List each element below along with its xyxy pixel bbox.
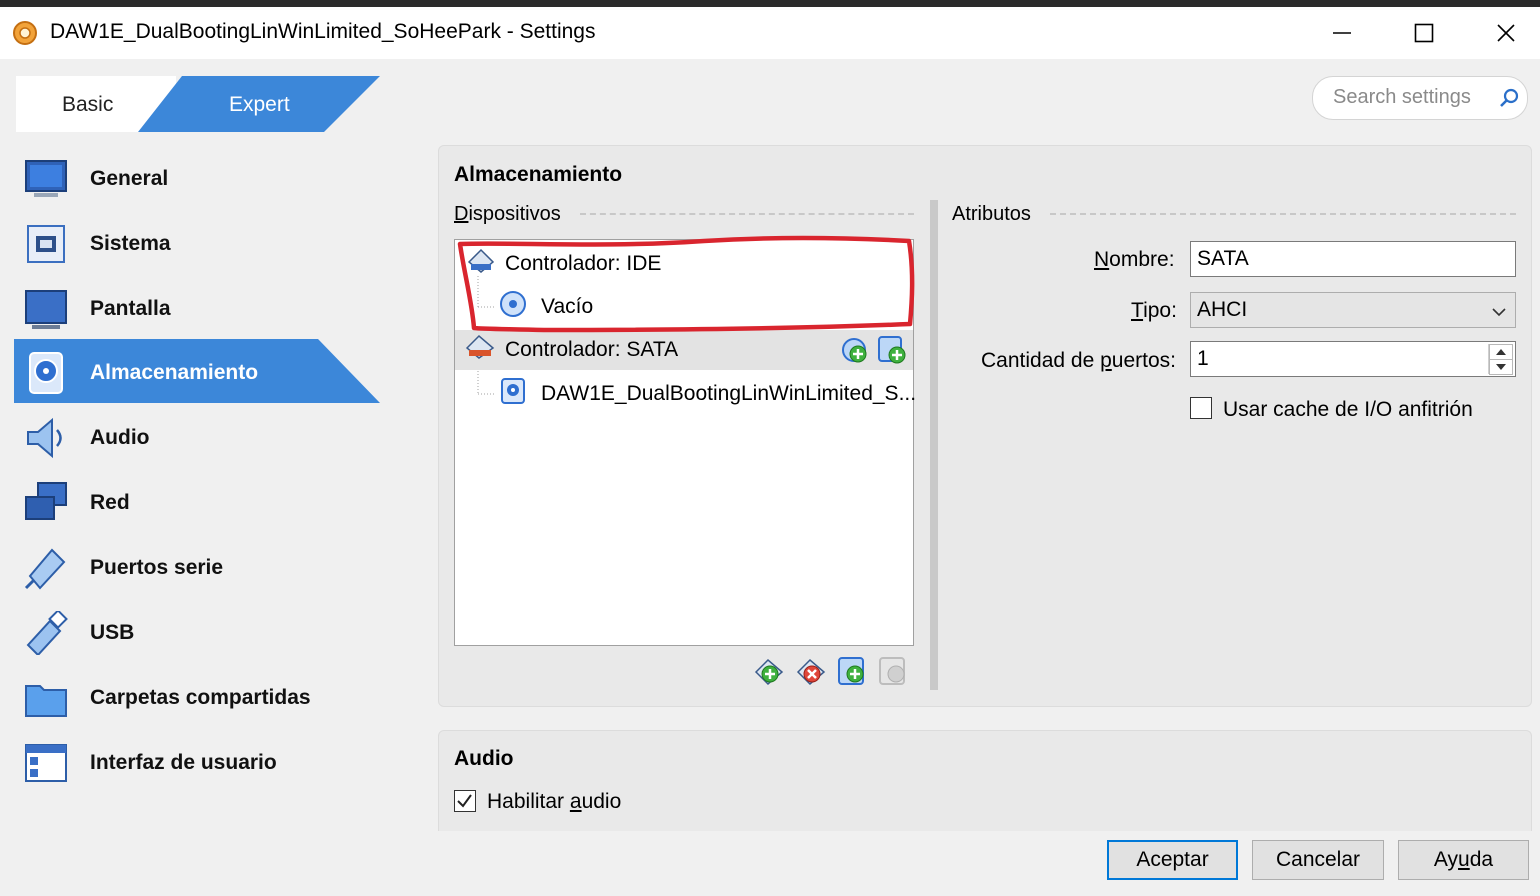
tree-item-label: Controlador: SATA: [505, 338, 679, 361]
storage-disk-icon: [24, 351, 68, 395]
network-icon: [24, 481, 68, 525]
ports-stepper[interactable]: [1488, 344, 1513, 375]
sidebar-item-label: Red: [90, 491, 130, 514]
sidebar-item-interfaz-de-usuario[interactable]: Interfaz de usuario: [14, 729, 380, 793]
add-attachment-icon[interactable]: [837, 656, 867, 692]
remove-attachment-icon[interactable]: [878, 656, 908, 692]
mode-expert-tab[interactable]: Expert: [138, 76, 380, 132]
add-optical-drive-icon[interactable]: [841, 336, 869, 370]
enable-audio-label: Habilitar audio: [487, 790, 622, 813]
search-input[interactable]: [1333, 86, 1493, 109]
monitor-icon: [24, 157, 68, 201]
mode-expert-label: Expert: [229, 93, 290, 116]
add-hard-disk-icon[interactable]: [877, 335, 907, 371]
add-controller-icon[interactable]: [754, 656, 784, 692]
sidebar-item-general[interactable]: General: [14, 145, 380, 209]
sidebar-item-label: USB: [90, 621, 135, 644]
devices-separator: [580, 213, 914, 215]
window-layout-icon: [24, 741, 68, 785]
sidebar-item-label: General: [90, 167, 169, 190]
help-button[interactable]: Ay u da: [1398, 840, 1529, 880]
sidebar-item-audio[interactable]: Audio: [14, 404, 380, 468]
tree-item-label: DAW1E_DualBootingLinWinLimited_S...: [541, 382, 917, 405]
serial-port-icon: [24, 546, 68, 590]
chevron-down-icon: [1491, 302, 1507, 326]
ports-label: Cantidad de puertos:: [981, 349, 1176, 372]
enable-audio-checkbox[interactable]: [454, 790, 476, 812]
speaker-icon: [24, 416, 68, 460]
attributes-label: Atributos: [952, 203, 1039, 226]
type-label: Tipo:: [1131, 299, 1177, 322]
sidebar-item-almacenamiento[interactable]: Almacenamiento: [14, 339, 380, 403]
display-icon: [24, 287, 68, 331]
stepper-up-icon[interactable]: [1489, 344, 1513, 360]
sidebar-item-label: Pantalla: [90, 297, 171, 320]
search-icon[interactable]: [1497, 86, 1521, 116]
cancel-button[interactable]: Cancelar: [1252, 840, 1384, 880]
ports-spinbox[interactable]: 1: [1190, 341, 1516, 377]
minimize-button[interactable]: [1302, 7, 1382, 59]
host-cache-label: Usar cache de I/O anfitrión: [1223, 398, 1473, 421]
sidebar-item-pantalla[interactable]: Pantalla: [14, 275, 380, 339]
top-strip: [0, 0, 1540, 7]
sidebar-item-label: Interfaz de usuario: [90, 751, 277, 774]
folder-icon: [24, 676, 68, 720]
type-select[interactable]: AHCI: [1190, 292, 1516, 328]
sidebar-item-usb[interactable]: USB: [14, 599, 380, 663]
search-box[interactable]: [1312, 76, 1528, 120]
window-title: DAW1E_DualBootingLinWinLimited_SoHeePark…: [50, 20, 596, 43]
title-bar[interactable]: DAW1E_DualBootingLinWinLimited_SoHeePark…: [0, 7, 1540, 59]
attributes-separator: [1050, 213, 1516, 215]
virtualbox-gear-icon: [12, 20, 38, 46]
sidebar-item-label: Sistema: [90, 232, 171, 255]
sidebar-item-carpetas-compartidas[interactable]: Carpetas compartidas: [14, 664, 380, 728]
audio-panel: [438, 730, 1532, 831]
name-label: Nombre:: [1094, 248, 1175, 271]
close-button[interactable]: [1466, 7, 1540, 59]
sidebar-item-label: Puertos serie: [90, 556, 224, 579]
sidebar-item-sistema[interactable]: Sistema: [14, 210, 380, 274]
sidebar-item-label: Almacenamiento: [90, 361, 259, 384]
sidebar-item-label: Carpetas compartidas: [90, 686, 311, 709]
sidebar-item-puertos-serie[interactable]: Puertos serie: [14, 534, 380, 598]
name-field[interactable]: SATA: [1190, 241, 1516, 277]
checkmark-icon: [457, 794, 472, 808]
sidebar-item-red[interactable]: Red: [14, 469, 380, 533]
type-select-value: AHCI: [1197, 298, 1248, 321]
tree-item-sata-controller[interactable]: Controlador: SATA: [455, 330, 913, 370]
audio-title: Audio: [454, 747, 514, 770]
ports-value: 1: [1197, 347, 1209, 370]
remove-controller-icon[interactable]: [796, 656, 826, 692]
maximize-button[interactable]: [1384, 7, 1464, 59]
stepper-down-icon[interactable]: [1489, 360, 1513, 375]
devices-label: Dispositivos: [454, 203, 569, 226]
red-annotation-outline: [457, 235, 915, 333]
host-cache-checkbox[interactable]: [1190, 397, 1212, 419]
chip-icon: [24, 222, 68, 266]
usb-icon: [24, 609, 68, 657]
sidebar-item-label: Audio: [90, 426, 150, 449]
storage-title: Almacenamiento: [454, 163, 623, 186]
panel-splitter[interactable]: [930, 200, 938, 690]
hard-disk-icon: [499, 377, 527, 411]
tree-item-sata-disk[interactable]: DAW1E_DualBootingLinWinLimited_S...: [455, 374, 917, 414]
ok-button[interactable]: Aceptar: [1107, 840, 1238, 880]
mode-basic-label: Basic: [62, 93, 114, 116]
sata-controller-icon: [465, 334, 495, 366]
